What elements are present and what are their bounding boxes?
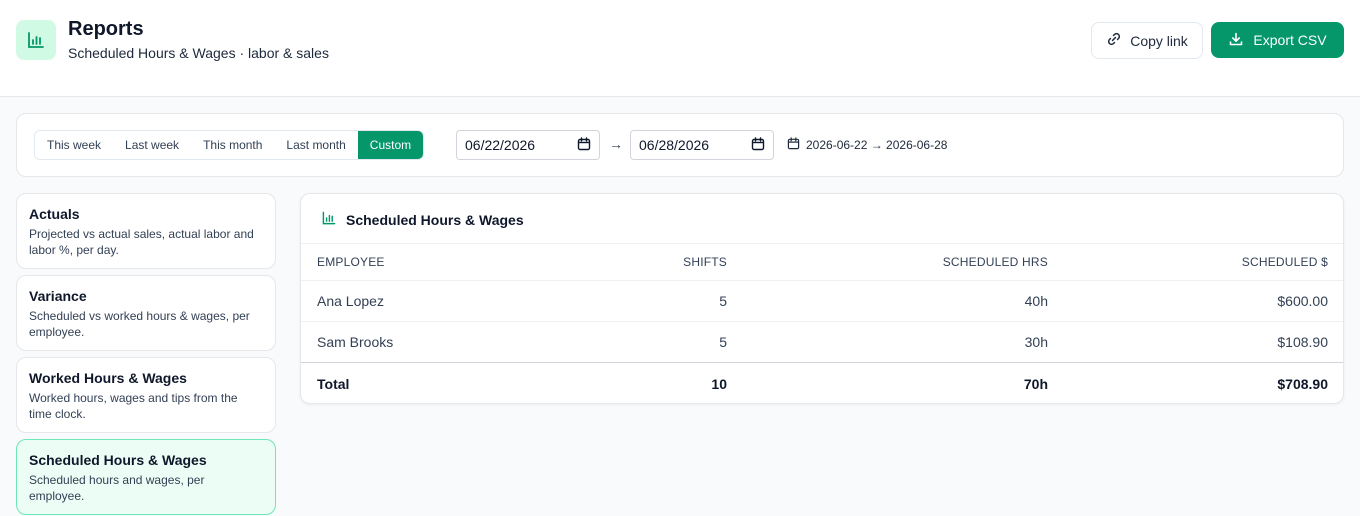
selected-range-text: 2026-06-22 → 2026-06-28	[806, 138, 948, 152]
preset-last-month[interactable]: Last month	[274, 131, 358, 159]
copy-link-label: Copy link	[1130, 32, 1188, 49]
preset-this-month[interactable]: This month	[191, 131, 275, 159]
to-date-value: 06/28/2026	[639, 137, 710, 153]
preset-last-week[interactable]: Last week	[113, 131, 192, 159]
cell-shifts: 5	[719, 293, 727, 309]
report-table-title-text: Scheduled Hours & Wages	[346, 211, 524, 228]
download-icon	[1228, 31, 1244, 50]
copy-link-button[interactable]: Copy link	[1091, 22, 1203, 59]
date-filter-bar: This week Last week This month Last mont…	[16, 113, 1344, 177]
report-table-title: Scheduled Hours & Wages	[321, 210, 524, 229]
report-item-title: Actuals	[29, 206, 80, 222]
column-header-scheduled-dollars[interactable]: SCHEDULED $	[1242, 255, 1328, 269]
column-header-shifts[interactable]: SHIFTS	[683, 255, 727, 269]
column-header-employee[interactable]: EMPLOYEE	[317, 255, 385, 269]
preset-custom[interactable]: Custom	[357, 131, 424, 159]
table-header-row: EMPLOYEE SHIFTS SCHEDULED HRS SCHEDULED …	[301, 243, 1343, 280]
cell-total-hrs: 70h	[1023, 376, 1048, 392]
report-item-worked-hours[interactable]: Worked Hours & Wages Worked hours, wages…	[16, 357, 276, 433]
report-item-scheduled-hours[interactable]: Scheduled Hours & Wages Scheduled hours …	[16, 439, 276, 515]
bar-chart-icon	[16, 20, 56, 60]
export-csv-button[interactable]: Export CSV	[1211, 22, 1344, 58]
report-item-desc: Scheduled hours and wages, per employee.	[29, 473, 205, 503]
preset-this-week[interactable]: This week	[35, 131, 114, 159]
report-item-desc: Scheduled vs worked hours & wages, per e…	[29, 309, 250, 339]
report-item-title: Worked Hours & Wages	[29, 370, 187, 386]
report-item-title: Variance	[29, 288, 87, 304]
cell-total-label: Total	[317, 376, 350, 392]
report-table-card: Scheduled Hours & Wages EMPLOYEE SHIFTS …	[300, 193, 1344, 404]
to-date-input[interactable]: 06/28/2026	[630, 130, 774, 160]
table-total-row: Total 10 70h $708.90	[301, 362, 1343, 403]
cell-scheduled-hrs: 40h	[1024, 293, 1048, 309]
report-item-variance[interactable]: Variance Scheduled vs worked hours & wag…	[16, 275, 276, 351]
cell-scheduled-hrs: 30h	[1024, 334, 1048, 350]
calendar-icon	[751, 136, 765, 154]
report-item-actuals[interactable]: Actuals Projected vs actual sales, actua…	[16, 193, 276, 269]
preset-segmented-control: This week Last week This month Last mont…	[34, 130, 425, 160]
cell-employee: Sam Brooks	[317, 334, 394, 350]
table-row: Sam Brooks 5 30h $108.90	[301, 321, 1343, 362]
from-date-value: 06/22/2026	[465, 137, 536, 153]
column-header-scheduled-hrs[interactable]: SCHEDULED HRS	[943, 255, 1048, 269]
report-item-title: Scheduled Hours & Wages	[29, 452, 207, 468]
page-title: Reports	[68, 18, 144, 40]
cell-scheduled-dollars: $108.90	[1277, 334, 1328, 350]
from-date-input[interactable]: 06/22/2026	[456, 130, 600, 160]
cell-shifts: 5	[719, 334, 727, 350]
calendar-icon	[787, 137, 800, 153]
page-subtitle: Scheduled Hours & Wages · labor & sales	[68, 45, 329, 61]
cell-total-shifts: 10	[711, 376, 727, 392]
cell-employee: Ana Lopez	[317, 293, 384, 309]
report-item-desc: Projected vs actual sales, actual labor …	[29, 227, 254, 257]
link-icon	[1106, 31, 1122, 50]
table-row: Ana Lopez 5 40h $600.00	[301, 280, 1343, 321]
cell-scheduled-dollars: $600.00	[1277, 293, 1328, 309]
export-csv-label: Export CSV	[1253, 32, 1327, 48]
cell-total-dollars: $708.90	[1277, 376, 1328, 392]
selected-range-label: 2026-06-22 → 2026-06-28	[787, 137, 947, 153]
report-item-desc: Worked hours, wages and tips from the ti…	[29, 391, 238, 421]
bar-chart-icon	[321, 210, 337, 229]
calendar-icon	[577, 136, 591, 154]
date-range-arrow: →	[609, 136, 623, 152]
app-header: Reports Scheduled Hours & Wages · labor …	[0, 0, 1360, 97]
